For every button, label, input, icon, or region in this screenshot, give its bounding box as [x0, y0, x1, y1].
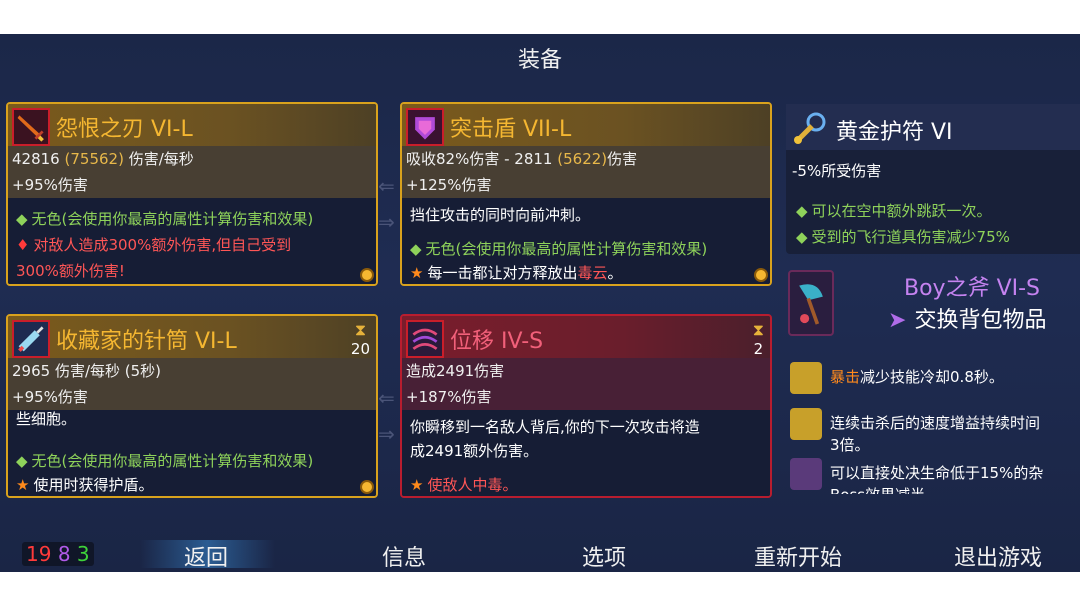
corner-gem-icon	[360, 268, 374, 282]
item-bonus: +125%伤害	[406, 176, 492, 194]
syringe-icon	[12, 320, 50, 358]
item-dps: 42816 (75562) 伤害/每秒	[12, 150, 194, 168]
amulet-affix-1: ◆ 可以在空中额外跳跃一次。	[796, 202, 992, 220]
options-button[interactable]: 选项	[582, 540, 626, 572]
corner-gem-icon	[360, 480, 374, 494]
item-stats: 吸收82%伤害 - 2811 (5622)伤害	[406, 150, 638, 168]
item-damage: 造成2491伤害	[406, 362, 505, 380]
mutation-3[interactable]: 可以直接处决生命低于15%的杂 Boss效果减半	[788, 458, 1080, 500]
axe-icon	[788, 270, 834, 336]
item-affix: ★ 使敌人中毒。	[410, 476, 518, 494]
swap-icon: ➤	[888, 308, 907, 333]
backpack-item[interactable]: Boy之斧 VI-S ➤ 交换背包物品	[786, 264, 1080, 340]
info-button[interactable]: 信息	[382, 540, 426, 572]
item-affix: ◆ 无色(会使用你最高的属性计算伤害和效果)	[410, 240, 708, 258]
item-card-weapon-1[interactable]: 怨恨之刃 VI-L 42816 (75562) 伤害/每秒 +95%伤害 ◆ 无色…	[6, 102, 378, 286]
shield-icon	[406, 108, 444, 146]
corner-gem-icon	[754, 268, 768, 282]
item-bonus: +95%伤害	[12, 176, 88, 194]
back-button[interactable]: 返回	[184, 540, 228, 572]
arrow-right-icon: ⇒	[378, 422, 395, 446]
arrow-left-icon: ⇐	[378, 174, 395, 198]
quit-game-button[interactable]: 退出游戏	[954, 540, 1042, 572]
amulet-affix-2: ◆ 受到的飞行道具伤害减少75%	[796, 228, 1010, 246]
item-affix-2: ★ 每一击都让对方释放出毒云。	[410, 264, 623, 282]
item-card-shield[interactable]: 突击盾 VII-L 吸收82%伤害 - 2811 (5622)伤害 +125%伤…	[400, 102, 772, 286]
equipment-screen: 装备 怨恨之刃 VI-L 42816 (75562) 伤害/每秒 +95%伤害 …	[0, 34, 1080, 572]
bottom-menu-bar: 19 8 3 返回 信息 选项 重新开始 退出游戏	[0, 536, 1080, 572]
teleport-icon	[406, 320, 444, 358]
arrow-left-icon: ⇐	[378, 386, 395, 410]
item-affix-curse-2: 300%额外伤害!	[16, 262, 125, 280]
item-bonus: +187%伤害	[406, 388, 492, 406]
speed-mutation-icon	[790, 408, 822, 440]
swap-backpack-button[interactable]: ➤ 交换背包物品	[888, 302, 1046, 334]
cell-counter: 19 8 3	[22, 542, 94, 566]
amulet-panel[interactable]: 黄金护符 VI -5%所受伤害 ◆ 可以在空中额外跳跃一次。 ◆ 受到的飞行道具伤害…	[786, 104, 1080, 254]
item-title: 突击盾 VII-L	[450, 117, 572, 142]
amulet-stat: -5%所受伤害	[792, 162, 882, 180]
hourglass-icon: ⧗	[354, 320, 367, 339]
crit-mutation-icon	[790, 362, 822, 394]
amulet-title: 黄金护符 VI	[836, 120, 953, 145]
item-title: 怨恨之刃 VI-L	[56, 117, 193, 142]
item-affix-2: ★ 使用时获得护盾。	[16, 476, 154, 494]
execute-mutation-icon	[790, 458, 822, 490]
mutation-2[interactable]: 连续击杀后的速度增益持续时间 3倍。	[788, 408, 1080, 458]
item-description-1: 你瞬移到一名敌人背后,你的下一次攻击将造	[410, 418, 700, 436]
item-dps: 2965 伤害/每秒 (5秒)	[12, 362, 162, 380]
item-title: 位移 IV-S	[450, 329, 544, 354]
item-affix: ◆ 无色(会使用你最高的属性计算伤害和效果)	[16, 452, 314, 470]
cooldown-timer: ⧗ 20	[350, 320, 370, 358]
backpack-item-title: Boy之斧 VI-S	[904, 276, 1041, 301]
cooldown-timer: ⧗ 2	[752, 320, 764, 358]
item-card-skill-1[interactable]: 收藏家的针筒 VI-L ⧗ 20 2965 伤害/每秒 (5秒) +95%伤害 些…	[6, 314, 378, 498]
item-affix: ◆ 无色(会使用你最高的属性计算伤害和效果)	[16, 210, 314, 228]
item-title: 收藏家的针筒 VI-L	[56, 329, 237, 354]
mutation-1[interactable]: 暴击减少技能冷却0.8秒。	[788, 362, 1080, 396]
sword-icon	[12, 108, 50, 146]
restart-button[interactable]: 重新开始	[754, 540, 842, 572]
amulet-icon	[790, 110, 828, 148]
hourglass-icon: ⧗	[752, 320, 764, 339]
item-bonus: +95%伤害	[12, 388, 88, 406]
item-affix-curse: ♦ 对敌人造成300%额外伤害,但自己受到	[16, 236, 292, 254]
item-card-skill-2[interactable]: 位移 IV-S ⧗ 2 造成2491伤害 +187%伤害 你瞬移到一名敌人背后,你…	[400, 314, 772, 498]
arrow-right-icon: ⇒	[378, 210, 395, 234]
item-description: 挡住攻击的同时向前冲刺。	[410, 206, 591, 224]
item-description: 些细胞。	[16, 410, 77, 428]
screen-title: 装备	[517, 48, 562, 73]
item-description-2: 成2491额外伤害。	[410, 442, 539, 460]
